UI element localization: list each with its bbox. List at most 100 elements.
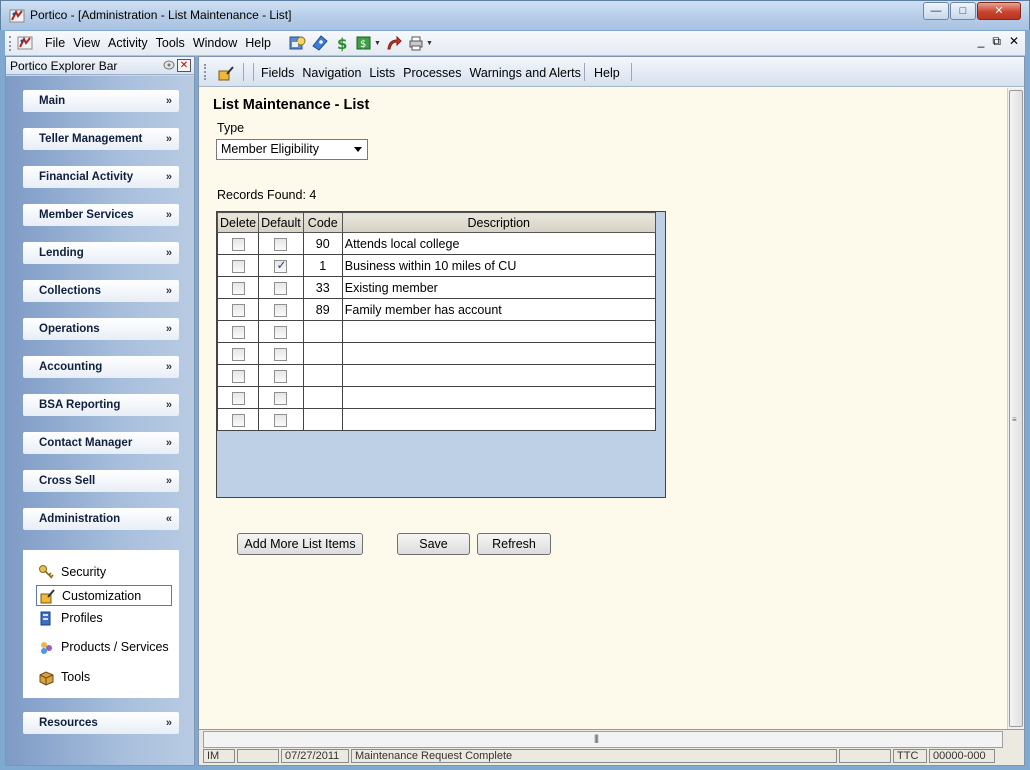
description-cell[interactable] — [341, 342, 656, 365]
delete-checkbox[interactable] — [231, 303, 245, 317]
portico-mdi-icon[interactable] — [17, 35, 33, 51]
default-checkbox[interactable] — [274, 369, 288, 383]
menu-tools[interactable]: Tools — [152, 36, 189, 50]
nav-section-financial-activity[interactable]: Financial Activity » — [23, 166, 179, 188]
mdi-restore-button[interactable]: ⧉ — [992, 34, 1001, 49]
description-cell[interactable]: Existing member — [341, 276, 656, 299]
description-cell[interactable] — [341, 320, 656, 343]
toolbar-grip[interactable] — [204, 64, 207, 80]
admin-item-profiles[interactable]: Profiles — [36, 608, 172, 629]
vertical-scrollbar[interactable]: ≡ — [1007, 88, 1024, 729]
code-cell[interactable]: 33 — [302, 276, 343, 299]
code-cell[interactable] — [302, 320, 343, 343]
column-header-code[interactable]: Code — [302, 212, 343, 233]
ticket-icon[interactable] — [311, 34, 329, 52]
add-more-list-items-button[interactable]: Add More List Items — [237, 533, 363, 555]
column-header-delete[interactable]: Delete — [216, 212, 260, 233]
printer-icon[interactable] — [407, 34, 425, 52]
dollar-icon[interactable]: $ — [333, 34, 351, 52]
pin-icon[interactable] — [162, 59, 176, 71]
description-cell[interactable]: Business within 10 miles of CU — [341, 254, 656, 277]
member-search-icon[interactable] — [289, 34, 307, 52]
admin-item-security[interactable]: Security — [36, 562, 172, 583]
default-checkbox[interactable] — [274, 391, 288, 405]
maximize-button[interactable]: □ — [950, 2, 976, 20]
code-cell[interactable] — [302, 342, 343, 365]
menu-activity[interactable]: Activity — [104, 36, 152, 50]
nav-section-contact-manager[interactable]: Contact Manager » — [23, 432, 179, 454]
delete-checkbox[interactable] — [231, 391, 245, 405]
code-cell[interactable] — [302, 364, 343, 387]
admin-item-label: Security — [61, 565, 107, 579]
nav-section-resources[interactable]: Resources » — [23, 712, 179, 734]
close-button[interactable]: ✕ — [977, 2, 1021, 20]
cash-drawer-dropdown-icon[interactable]: ▼ — [374, 40, 381, 47]
nav-section-cross-sell[interactable]: Cross Sell » — [23, 470, 179, 492]
mdi-close-button[interactable]: ✕ — [1009, 34, 1019, 49]
delete-checkbox[interactable] — [231, 413, 245, 427]
nav-section-bsa-reporting[interactable]: BSA Reporting » — [23, 394, 179, 416]
menu-fields[interactable]: Fields — [261, 66, 294, 80]
nav-section-accounting[interactable]: Accounting » — [23, 356, 179, 378]
code-cell[interactable]: 90 — [302, 232, 343, 255]
menu-file[interactable]: File — [41, 36, 69, 50]
menu-warnings-and-alerts[interactable]: Warnings and Alerts — [469, 66, 580, 80]
printer-dropdown-icon[interactable]: ▼ — [426, 40, 433, 47]
admin-item-tools[interactable]: Tools — [36, 667, 172, 688]
redo-arrow-icon[interactable] — [385, 34, 403, 52]
nav-section-administration[interactable]: Administration « — [23, 508, 179, 530]
nav-section-member-services[interactable]: Member Services » — [23, 204, 179, 226]
nav-section-lending[interactable]: Lending » — [23, 242, 179, 264]
menu-lists[interactable]: Lists — [369, 66, 395, 80]
horizontal-scrollbar[interactable]: ||| — [203, 731, 1003, 748]
default-checkbox[interactable] — [274, 347, 288, 361]
menu-child-help[interactable]: Help — [594, 66, 620, 80]
delete-checkbox[interactable] — [231, 347, 245, 361]
code-cell[interactable]: 1 — [302, 254, 343, 277]
cash-drawer-icon[interactable]: $ — [355, 34, 373, 52]
default-checkbox[interactable] — [274, 258, 288, 273]
default-checkbox[interactable] — [274, 325, 288, 339]
description-cell[interactable] — [341, 408, 656, 431]
menu-help[interactable]: Help — [241, 36, 275, 50]
mdi-minimize-button[interactable]: _ — [978, 34, 985, 49]
nav-section-main[interactable]: Main » — [23, 90, 179, 112]
delete-checkbox[interactable] — [231, 369, 245, 383]
nav-section-teller-management[interactable]: Teller Management » — [23, 128, 179, 150]
nav-section-operations[interactable]: Operations » — [23, 318, 179, 340]
save-button[interactable]: Save — [397, 533, 470, 555]
mdi-controls: _ ⧉ ✕ — [978, 34, 1019, 49]
code-cell[interactable]: 89 — [302, 298, 343, 321]
column-header-default[interactable]: Default — [258, 212, 304, 233]
default-checkbox[interactable] — [274, 281, 288, 295]
scrollbar-thumb[interactable] — [1009, 90, 1023, 727]
customization-tool-icon[interactable] — [217, 65, 235, 81]
menu-navigation[interactable]: Navigation — [302, 66, 361, 80]
code-cell[interactable] — [302, 386, 343, 409]
column-header-description[interactable]: Description — [341, 212, 656, 233]
delete-checkbox[interactable] — [231, 325, 245, 339]
delete-checkbox[interactable] — [231, 259, 245, 273]
default-checkbox[interactable] — [274, 303, 288, 317]
explorer-close-button[interactable]: ✕ — [177, 59, 191, 72]
description-cell[interactable]: Family member has account — [341, 298, 656, 321]
delete-checkbox[interactable] — [231, 281, 245, 295]
description-cell[interactable] — [341, 386, 656, 409]
menu-view[interactable]: View — [69, 36, 104, 50]
default-checkbox[interactable] — [274, 413, 288, 427]
type-select[interactable]: Member Eligibility — [216, 139, 368, 160]
menu-processes[interactable]: Processes — [403, 66, 461, 80]
minimize-button[interactable]: — — [923, 2, 949, 20]
nav-section-label: Teller Management — [39, 133, 143, 145]
admin-item-customization[interactable]: Customization — [36, 585, 172, 606]
description-cell[interactable]: Attends local college — [341, 232, 656, 255]
delete-checkbox[interactable] — [231, 237, 245, 251]
description-cell[interactable] — [341, 364, 656, 387]
admin-item-products-services[interactable]: Products / Services — [36, 637, 172, 658]
toolbar-grip[interactable] — [9, 36, 12, 51]
refresh-button[interactable]: Refresh — [477, 533, 551, 555]
nav-section-collections[interactable]: Collections » — [23, 280, 179, 302]
code-cell[interactable] — [302, 408, 343, 431]
default-checkbox[interactable] — [274, 237, 288, 251]
menu-window[interactable]: Window — [189, 36, 241, 50]
